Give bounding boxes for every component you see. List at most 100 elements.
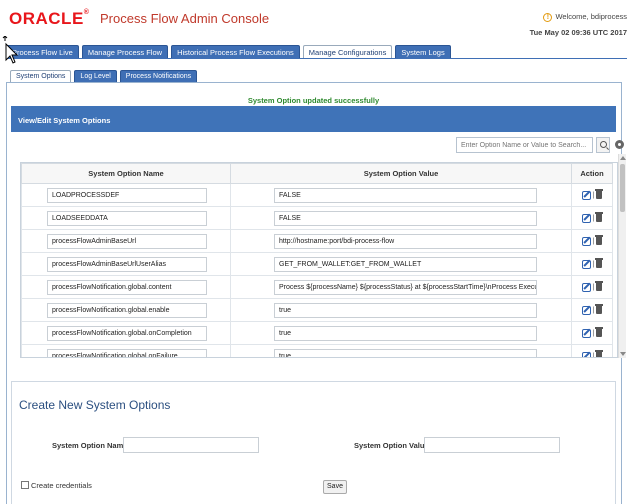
tab-manage-process-flow[interactable]: Manage Process Flow <box>81 45 169 59</box>
option-name-cell: LOADSEEDDATA <box>21 206 231 230</box>
option-name-field[interactable]: LOADPROCESSDEF <box>47 187 207 203</box>
tab-historical-executions[interactable]: Historical Process Flow Executions <box>171 45 300 59</box>
welcome-message: ! Welcome, bdiprocess <box>543 12 627 22</box>
option-value-field[interactable]: GET_FROM_WALLET:GET_FROM_WALLET <box>274 256 537 272</box>
trash-icon[interactable] <box>595 258 604 269</box>
edit-icon[interactable] <box>581 190 591 200</box>
sub-tab-bar: System Options Log Level Process Notific… <box>10 70 198 82</box>
action-cell: | <box>571 183 613 207</box>
mouse-pointer-icon <box>2 36 19 64</box>
table-scrollbar[interactable] <box>618 154 626 358</box>
trash-icon[interactable] <box>595 212 604 223</box>
table-header-row: System Option Name System Option Value A… <box>21 163 613 184</box>
action-cell: | <box>571 206 613 230</box>
option-name-field[interactable]: processFlowNotification.global.onComplet… <box>47 325 207 341</box>
option-value-field[interactable]: true <box>274 348 537 357</box>
edit-icon[interactable] <box>581 328 591 338</box>
action-cell: | <box>571 298 613 322</box>
welcome-text: Welcome, bdiprocess <box>555 12 627 21</box>
subtab-process-notifications[interactable]: Process Notifications <box>119 70 198 82</box>
edit-icon[interactable] <box>581 236 591 246</box>
option-value-cell: Process ${processName} ${processStatus} … <box>230 275 572 299</box>
option-name-cell: processFlowNotification.global.content <box>21 275 231 299</box>
scroll-up-icon[interactable] <box>620 156 626 160</box>
success-message: System Option updated successfully <box>247 96 380 105</box>
table-row: processFlowNotification.global.enable tru… <box>21 298 613 322</box>
table-row: processFlowNotification.global.onComplet… <box>21 321 613 345</box>
create-credentials-checkbox[interactable] <box>21 481 29 489</box>
action-cell: | <box>571 275 613 299</box>
trash-icon[interactable] <box>595 327 604 338</box>
option-value-field[interactable]: FALSE <box>274 187 537 203</box>
table-row: processFlowAdminBaseUrlUserAlias GET_FROM… <box>21 252 613 276</box>
main-tab-divider <box>6 58 627 59</box>
edit-icon[interactable] <box>581 259 591 269</box>
option-name-input[interactable] <box>123 437 259 453</box>
option-value-label: System Option Value <box>354 441 429 450</box>
option-value-field[interactable]: true <box>274 302 537 318</box>
option-name-field[interactable]: processFlowAdminBaseUrlUserAlias <box>47 256 207 272</box>
subtab-log-level[interactable]: Log Level <box>74 70 117 82</box>
option-name-cell: processFlowNotification.global.onFailure <box>21 344 231 357</box>
gear-icon[interactable] <box>615 140 624 149</box>
action-separator: | <box>592 306 595 314</box>
option-value-cell: true <box>230 298 572 322</box>
action-separator: | <box>592 283 595 291</box>
option-value-input[interactable] <box>424 437 560 453</box>
subtab-system-options[interactable]: System Options <box>10 70 72 82</box>
action-separator: | <box>592 260 595 268</box>
panel-title: View/Edit System Options <box>11 106 616 132</box>
option-name-field[interactable]: LOADSEEDDATA <box>47 210 207 226</box>
edit-icon[interactable] <box>581 213 591 223</box>
trash-icon[interactable] <box>595 304 604 315</box>
option-name-field[interactable]: processFlowNotification.global.content <box>47 279 207 295</box>
option-value-field[interactable]: http://hostname:port/bdi-process-flow <box>274 233 537 249</box>
edit-icon[interactable] <box>581 282 591 292</box>
option-value-field[interactable]: FALSE <box>274 210 537 226</box>
info-icon: ! <box>543 13 553 22</box>
table-body: LOADPROCESSDEF FALSE | LOADSEEDDATA FALSE | pr… <box>21 183 613 358</box>
option-name-cell: processFlowAdminBaseUrlUserAlias <box>21 252 231 276</box>
option-name-field[interactable]: processFlowNotification.global.onFailure <box>47 348 207 357</box>
table-row: LOADSEEDDATA FALSE | <box>21 206 613 230</box>
tab-system-logs[interactable]: System Logs <box>395 45 451 59</box>
option-value-cell: true <box>230 321 572 345</box>
trash-icon[interactable] <box>595 281 604 292</box>
system-options-table: System Option Name System Option Value A… <box>20 162 618 358</box>
search-icon[interactable] <box>596 137 610 153</box>
table-row: processFlowAdminBaseUrl http://hostname:p… <box>21 229 613 253</box>
option-value-cell: FALSE <box>230 206 572 230</box>
edit-icon[interactable] <box>581 305 591 315</box>
scroll-down-icon[interactable] <box>620 352 626 356</box>
trash-icon[interactable] <box>595 189 604 200</box>
action-separator: | <box>592 237 595 245</box>
logo-text: ORACLE <box>9 9 84 28</box>
option-value-cell: http://hostname:port/bdi-process-flow <box>230 229 572 253</box>
search-input[interactable] <box>456 137 593 153</box>
option-value-cell: true <box>230 344 572 357</box>
trash-icon[interactable] <box>595 350 604 357</box>
edit-icon[interactable] <box>581 351 591 357</box>
option-name-cell: LOADPROCESSDEF <box>21 183 231 207</box>
option-name-field[interactable]: processFlowAdminBaseUrl <box>47 233 207 249</box>
option-value-field[interactable]: true <box>274 325 537 341</box>
oracle-logo: ORACLE® <box>9 9 89 29</box>
option-value-field[interactable]: Process ${processName} ${processStatus} … <box>274 279 537 295</box>
trash-icon[interactable] <box>595 235 604 246</box>
tab-manage-configurations[interactable]: Manage Configurations <box>302 45 393 59</box>
option-name-cell: processFlowNotification.global.onComplet… <box>21 321 231 345</box>
action-separator: | <box>592 352 595 358</box>
logo-registered-mark: ® <box>83 9 90 16</box>
current-datetime: Tue May 02 09:36 UTC 2017 <box>529 28 627 37</box>
option-name-field[interactable]: processFlowNotification.global.enable <box>47 302 207 318</box>
column-header-value: System Option Value <box>230 163 572 184</box>
action-cell: | <box>571 344 613 358</box>
app-header: ORACLE® Process Flow Admin Console ! Welc… <box>0 0 627 44</box>
table-row: processFlowNotification.global.content Pr… <box>21 275 613 299</box>
action-cell: | <box>571 229 613 253</box>
save-button[interactable]: Save <box>323 480 347 494</box>
scroll-thumb[interactable] <box>620 164 625 212</box>
app-title: Process Flow Admin Console <box>100 11 270 26</box>
option-value-cell: FALSE <box>230 183 572 207</box>
create-credentials-label: Create credentials <box>31 481 92 490</box>
